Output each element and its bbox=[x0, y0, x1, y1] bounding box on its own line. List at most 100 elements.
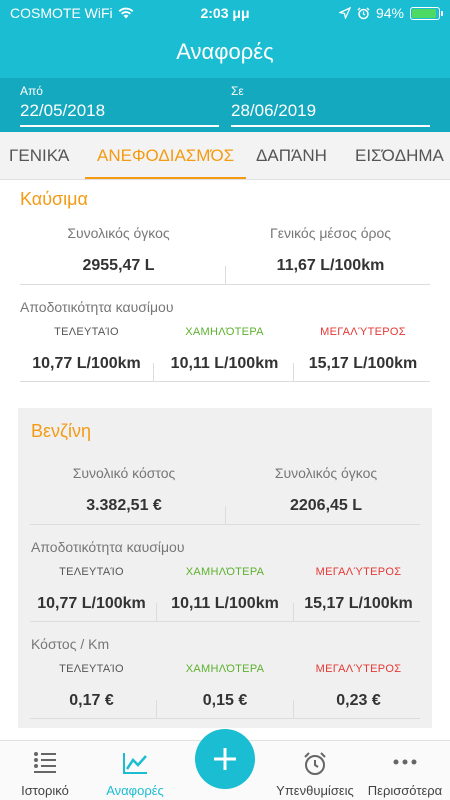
fuel-total-volume-label-text: Συνολικός όγκος bbox=[67, 225, 170, 241]
petrol-eff-last-label: ΤΕΛΕΥΤΑΊΟ bbox=[28, 566, 155, 578]
location-icon bbox=[338, 7, 351, 19]
petrol-eff-highest-label: ΜΕΓΑΛΎΤΕΡΟΣ bbox=[295, 566, 422, 578]
wifi-icon bbox=[118, 7, 133, 19]
petrol-efficiency-label: Αποδοτικότητα καυσίμου bbox=[31, 539, 185, 555]
petrol-total-volume-label-text: Συνολικός όγκος bbox=[274, 465, 378, 481]
divider bbox=[225, 266, 226, 284]
divider bbox=[156, 603, 157, 621]
petrol-total-volume-value-text: 2206,45 L bbox=[289, 497, 363, 514]
fuel-lowest-label: ΧΑΜΗΛΌΤΕΡΑ bbox=[156, 326, 293, 338]
plus-icon bbox=[214, 748, 236, 770]
tab-expense[interactable]: ΔΑΠΆΝΗ bbox=[256, 132, 327, 179]
alarm-icon bbox=[357, 6, 370, 19]
petrol-card: Βενζίνη Συνολικό κόστος Συνολικός όγκος … bbox=[18, 408, 432, 728]
list-icon bbox=[34, 752, 56, 773]
fuel-avg-value-text: 11,67 L/100km bbox=[276, 257, 385, 274]
tab-refueling[interactable]: ΑΝΕΦΟΔΙΑΣΜΌΣ bbox=[85, 132, 247, 179]
divider bbox=[293, 700, 294, 718]
petrol-cost-highest-label-text: ΜΕΓΑΛΎΤΕΡΟΣ bbox=[315, 663, 402, 675]
fuel-last-value-text: 10,77 L/100km bbox=[32, 355, 141, 372]
divider bbox=[20, 284, 430, 285]
divider bbox=[293, 363, 294, 381]
petrol-cost-last-label: ΤΕΛΕΥΤΑΊΟ bbox=[28, 663, 155, 675]
petrol-cost-lowest-value-text: 0,15 € bbox=[202, 692, 248, 709]
fuel-lowest-value: 10,11 L/100km bbox=[156, 355, 293, 373]
petrol-total-cost-label-text: Συνολικό κόστος bbox=[72, 465, 176, 481]
divider bbox=[156, 700, 157, 718]
divider bbox=[30, 524, 420, 525]
petrol-eff-lowest-value-text: 10,11 L/100km bbox=[171, 595, 279, 612]
from-date-label: Από bbox=[20, 84, 43, 98]
petrol-section-title: Βενζίνη bbox=[31, 421, 91, 441]
petrol-eff-last-value: 10,77 L/100km bbox=[28, 595, 155, 613]
chart-line-icon bbox=[123, 753, 147, 774]
petrol-eff-lowest-label-text: ΧΑΜΗΛΌΤΕΡΑ bbox=[185, 566, 265, 578]
fuel-avg-label-text: Γενικός μέσος όρος bbox=[270, 225, 391, 241]
fuel-total-volume-value-text: 2955,47 L bbox=[82, 257, 155, 274]
tab-history[interactable]: Ιστορικό bbox=[0, 741, 90, 800]
petrol-cost-lowest-label: ΧΑΜΗΛΌΤΕΡΑ bbox=[158, 663, 292, 675]
tab-reminders-label: Υπενθυμίσεις bbox=[276, 783, 354, 798]
status-bar: COSMOTE WiFi 2:03 μμ 94% bbox=[0, 0, 450, 26]
petrol-cost-lowest-label-text: ΧΑΜΗΛΌΤΕΡΑ bbox=[185, 663, 265, 675]
divider bbox=[20, 381, 430, 382]
divider bbox=[153, 363, 154, 381]
more-dots-icon bbox=[393, 759, 417, 765]
battery-icon bbox=[410, 6, 443, 20]
fuel-section-title: Καύσιμα bbox=[20, 189, 88, 209]
tab-reports-label: Αναφορές bbox=[106, 783, 164, 798]
tab-history-label: Ιστορικό bbox=[21, 783, 69, 798]
date-range: Από 22/05/2018 Σε 28/06/2019 bbox=[0, 78, 450, 132]
petrol-eff-last-label-text: ΤΕΛΕΥΤΑΊΟ bbox=[59, 566, 124, 578]
battery-percent: 94% bbox=[375, 5, 404, 21]
from-date-value[interactable]: 22/05/2018 bbox=[20, 101, 105, 121]
report-tabs: ΓΕΝΙΚΆ ΑΝΕΦΟΔΙΑΣΜΌΣ ΔΑΠΆΝΗ ΕΙΣΌΔΗΜΑ bbox=[0, 132, 450, 180]
tab-expense-label: ΔΑΠΆΝΗ bbox=[256, 145, 327, 165]
tab-income-label: ΕΙΣΌΔΗΜΑ bbox=[355, 145, 444, 165]
petrol-cost-highest-value-text: 0,23 € bbox=[336, 692, 381, 709]
petrol-eff-lowest-label: ΧΑΜΗΛΌΤΕΡΑ bbox=[158, 566, 292, 578]
to-date-underline bbox=[231, 125, 430, 127]
petrol-cost-per-km-label: Κόστος / Km bbox=[31, 636, 110, 652]
tab-reminders[interactable]: Υπενθυμίσεις bbox=[270, 741, 360, 800]
petrol-cost-highest-label: ΜΕΓΑΛΎΤΕΡΟΣ bbox=[295, 663, 422, 675]
petrol-eff-last-value-text: 10,77 L/100km bbox=[37, 595, 146, 612]
fuel-lowest-label-text: ΧΑΜΗΛΌΤΕΡΑ bbox=[185, 326, 264, 338]
petrol-cost-last-value: 0,17 € bbox=[28, 692, 155, 710]
report-content[interactable]: Καύσιμα Συνολικός όγκος Γενικός μέσος όρ… bbox=[0, 180, 450, 740]
tab-income[interactable]: ΕΙΣΌΔΗΜΑ bbox=[355, 132, 444, 179]
tab-reports[interactable]: Αναφορές bbox=[90, 741, 180, 800]
from-date-field[interactable]: Από 22/05/2018 bbox=[20, 78, 219, 132]
petrol-total-cost-value: 3.382,51 € bbox=[28, 497, 220, 515]
nav-bar: Αναφορές bbox=[0, 26, 450, 78]
divider bbox=[225, 506, 226, 524]
carrier: COSMOTE WiFi bbox=[10, 5, 134, 21]
petrol-eff-lowest-value: 10,11 L/100km bbox=[158, 595, 292, 613]
add-button[interactable] bbox=[195, 729, 255, 789]
petrol-total-volume-label: Συνολικός όγκος bbox=[230, 465, 422, 481]
petrol-cost-last-value-text: 0,17 € bbox=[69, 692, 114, 709]
fuel-lowest-value-text: 10,11 L/100km bbox=[170, 355, 279, 372]
fuel-total-volume-label: Συνολικός όγκος bbox=[20, 225, 217, 241]
carrier-name: COSMOTE WiFi bbox=[10, 5, 113, 21]
fuel-efficiency-label: Αποδοτικότητα καυσίμου bbox=[20, 299, 174, 315]
petrol-eff-highest-value-text: 15,17 L/100km bbox=[304, 595, 413, 612]
tab-general[interactable]: ΓΕΝΙΚΆ bbox=[9, 132, 70, 179]
fuel-highest-label-text: ΜΕΓΑΛΎΤΕΡΟΣ bbox=[320, 326, 406, 338]
to-date-value[interactable]: 28/06/2019 bbox=[231, 101, 316, 121]
petrol-total-cost-value-text: 3.382,51 € bbox=[86, 497, 162, 514]
tab-refueling-label: ΑΝΕΦΟΔΙΑΣΜΌΣ bbox=[97, 145, 235, 165]
to-date-field[interactable]: Σε 28/06/2019 bbox=[231, 78, 430, 132]
petrol-cost-last-label-text: ΤΕΛΕΥΤΑΊΟ bbox=[59, 663, 124, 675]
from-date-underline bbox=[20, 125, 219, 127]
divider bbox=[293, 603, 294, 621]
tab-more[interactable]: Περισσότερα bbox=[360, 741, 450, 800]
fuel-total-volume-value: 2955,47 L bbox=[20, 257, 217, 275]
to-date-label: Σε bbox=[231, 84, 244, 98]
tab-general-label: ΓΕΝΙΚΆ bbox=[9, 145, 70, 165]
alarm-clock-icon bbox=[304, 752, 326, 775]
petrol-cost-highest-value: 0,23 € bbox=[295, 692, 422, 710]
divider bbox=[30, 718, 420, 719]
fuel-avg-value: 11,67 L/100km bbox=[232, 257, 429, 275]
fuel-highest-label: ΜΕΓΑΛΎΤΕΡΟΣ bbox=[296, 326, 430, 338]
